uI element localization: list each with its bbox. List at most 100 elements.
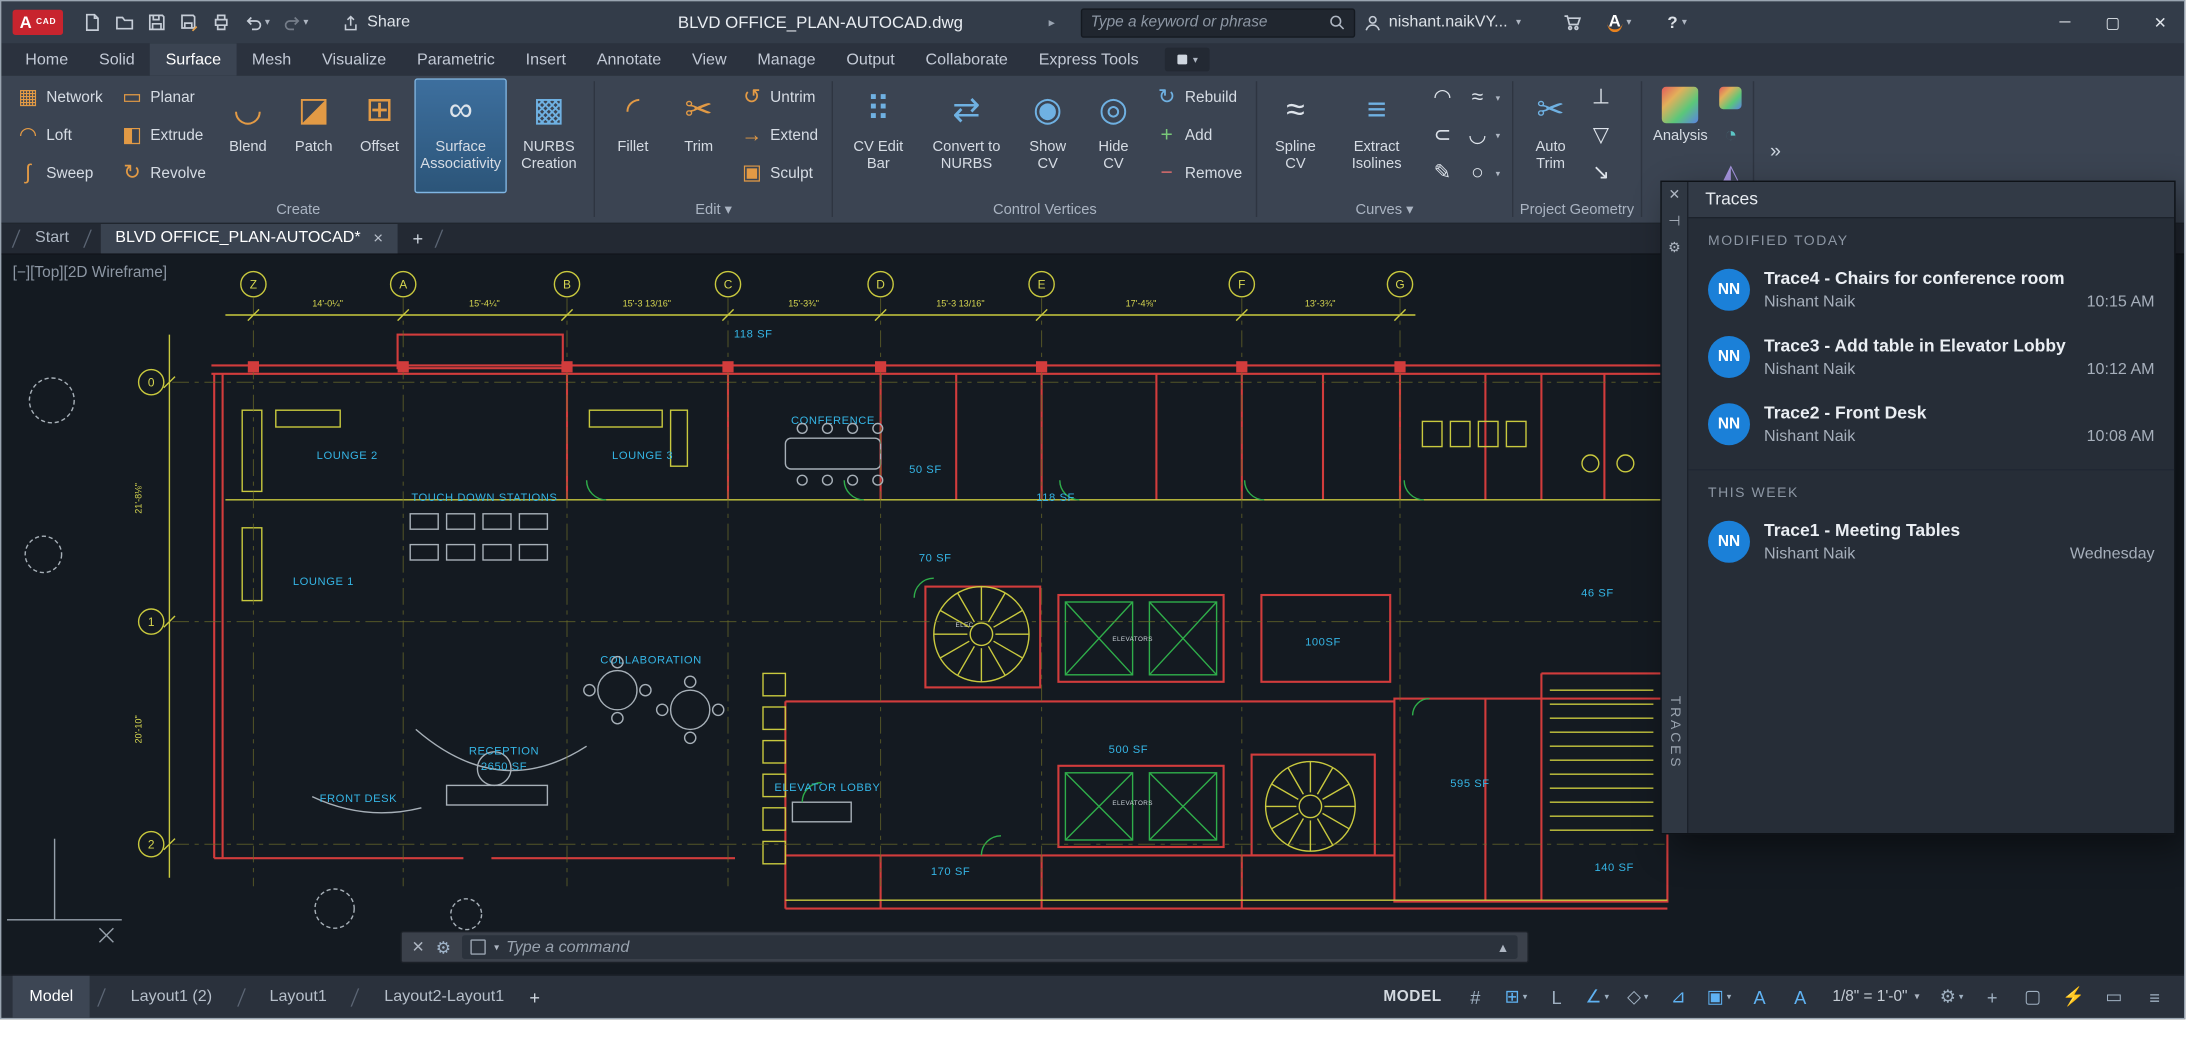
ribbon-tab-manage[interactable]: Manage (742, 43, 831, 75)
ribbon-tab-solid[interactable]: Solid (84, 43, 151, 75)
command-line-bar[interactable]: ✕ ⚙ ▾ Type a command ▲ (400, 931, 1528, 963)
ribbon-tab-express-tools[interactable]: Express Tools (1023, 43, 1154, 75)
viewport-controls[interactable]: [−][Top][2D Wireframe] (13, 265, 167, 282)
maximize-button[interactable]: ▢ (2089, 1, 2137, 43)
annotation-visibility-icon[interactable]: A (1741, 981, 1777, 1012)
patch-button[interactable]: ◪Patch (283, 78, 345, 193)
palette-close-icon[interactable]: ✕ (1669, 189, 1681, 203)
isolate-objects-icon[interactable]: ▢ (2015, 981, 2051, 1012)
undo-dropdown-caret[interactable]: ▾ (265, 17, 270, 28)
panel-title-curves[interactable]: Curves ▾ (1265, 199, 1505, 223)
circle-curve-button[interactable]: ○▾ (1462, 154, 1504, 192)
panel-title-control-vertices[interactable]: Control Vertices (840, 199, 1249, 223)
command-input[interactable]: ▾ Type a command ▲ (462, 935, 1518, 959)
grid-display-icon[interactable]: # (1457, 981, 1493, 1012)
surface-associativity-button[interactable]: ∞Surface Associativity (415, 78, 507, 193)
project-2points-button[interactable]: ↘ (1586, 154, 1617, 192)
panel-title-create[interactable]: Create (10, 199, 587, 223)
recent-commands-icon[interactable] (470, 939, 485, 954)
ribbon-tab-annotate[interactable]: Annotate (581, 43, 676, 75)
ribbon-tab-mesh[interactable]: Mesh (236, 43, 306, 75)
osnap-tracking-icon[interactable]: ⊿ (1660, 981, 1696, 1012)
planar-button[interactable]: ▭Planar (114, 78, 213, 116)
redo-dropdown-caret[interactable]: ▾ (303, 17, 308, 28)
save-button[interactable] (143, 7, 171, 38)
layout-tab-layout1-2[interactable]: Layout1 (2) (114, 976, 229, 1018)
customize-wrench-icon[interactable]: ⚙ (436, 937, 451, 957)
annotation-scale-button[interactable]: 1/8" = 1'-0" ▾ (1823, 988, 1930, 1005)
palette-autohide-icon[interactable]: ⊣ (1668, 216, 1680, 230)
redo-button[interactable]: ▾ (278, 7, 312, 38)
recent-commands-caret[interactable]: ▾ (494, 942, 499, 953)
title-caret-icon[interactable]: ▸ (1049, 15, 1055, 30)
cv-edit-bar-button[interactable]: ⠿CV Edit Bar (840, 78, 916, 193)
customization-menu-icon[interactable]: ≡ (2136, 981, 2172, 1012)
palette-title[interactable]: Traces (1688, 182, 2174, 218)
new-doc-tab-button[interactable]: + (410, 228, 426, 249)
offset-curve-button[interactable]: ⊂ (1427, 116, 1458, 154)
new-file-button[interactable] (79, 7, 107, 38)
ribbon-overflow-icon[interactable]: » (1770, 138, 1781, 160)
undo-button[interactable]: ▾ (240, 7, 274, 38)
trim-button[interactable]: ✂Trim (668, 78, 730, 193)
auto-trim-button[interactable]: ✂Auto Trim (1520, 78, 1582, 193)
plot-button[interactable] (207, 7, 235, 38)
ribbon-tab-visualize[interactable]: Visualize (307, 43, 402, 75)
ribbon-tab-parametric[interactable]: Parametric (402, 43, 511, 75)
blend-button[interactable]: ◡Blend (217, 78, 279, 193)
workspace-settings-icon[interactable]: ⚙▾ (1933, 981, 1969, 1012)
isodraft-icon[interactable]: ◇▾ (1620, 981, 1656, 1012)
project-ucs-button[interactable]: ⊥ (1586, 78, 1617, 116)
polar-tracking-icon[interactable]: ∠▾ (1579, 981, 1615, 1012)
minimize-button[interactable]: ─ (2041, 1, 2089, 43)
add-button[interactable]: +Add (1148, 116, 1249, 154)
spline-freehand-button[interactable]: ≈▾ (1462, 78, 1504, 116)
doc-tab-active[interactable]: BLVD OFFICE_PLAN-AUTOCAD* × (101, 223, 397, 254)
autodesk-dropdown-caret[interactable]: ▾ (1626, 17, 1631, 28)
sweep-button[interactable]: ∫Sweep (10, 154, 110, 192)
autocad-logo[interactable]: A CAD (13, 10, 64, 35)
autodesk-account-button[interactable]: A ▾ (1607, 13, 1631, 33)
ribbon-display-options-button[interactable]: ▾ (1165, 48, 1210, 72)
loft-button[interactable]: ◠Loft (10, 116, 110, 154)
help-button[interactable]: ? ▾ (1667, 13, 1686, 33)
spline-cv-button[interactable]: ≈Spline CV (1265, 78, 1327, 193)
ribbon-tab-view[interactable]: View (677, 43, 742, 75)
rebuild-button[interactable]: ↻Rebuild (1148, 78, 1249, 116)
save-as-button[interactable] (175, 7, 203, 38)
edit-curve-button[interactable]: ✎ (1427, 154, 1458, 192)
offset-button[interactable]: ⊞Offset (349, 78, 411, 193)
ribbon-tab-output[interactable]: Output (831, 43, 910, 75)
network-button[interactable]: ▦Network (10, 78, 110, 116)
layout-tab-layout2-layout1[interactable]: Layout2-Layout1 (367, 976, 521, 1018)
user-dropdown-caret[interactable]: ▾ (1516, 17, 1521, 28)
remove-button[interactable]: −Remove (1148, 154, 1249, 192)
ribbon-tab-collaborate[interactable]: Collaborate (910, 43, 1023, 75)
fillet-button[interactable]: ◜Fillet (602, 78, 664, 193)
ribbon-tab-home[interactable]: Home (10, 43, 84, 75)
doc-tab-start[interactable]: Start (29, 230, 74, 247)
convert-to-nurbs-button[interactable]: ⇄Convert to NURBS (920, 78, 1012, 193)
new-layout-button[interactable]: + (521, 986, 548, 1007)
palette-properties-icon[interactable]: ⚙ (1668, 242, 1681, 256)
object-snap-icon[interactable]: ▣▾ (1701, 981, 1737, 1012)
extend-button[interactable]: →Extend (734, 116, 825, 154)
nurbs-creation-button[interactable]: ▩NURBS Creation (511, 78, 587, 193)
trace-item[interactable]: NNTrace3 - Add table in Elevator LobbyNi… (1688, 323, 2174, 390)
curvature-button[interactable]: ◔ (1715, 116, 1746, 154)
model-space-label[interactable]: MODEL (1383, 988, 1441, 1005)
arc-curve-button[interactable]: ◡▾ (1462, 116, 1504, 154)
ribbon-tab-insert[interactable]: Insert (510, 43, 581, 75)
trace-item[interactable]: NNTrace1 - Meeting TablesNishant NaikWed… (1688, 508, 2174, 575)
annotation-autoscale-icon[interactable]: A (1782, 981, 1818, 1012)
untrim-button[interactable]: ↺Untrim (734, 78, 825, 116)
search-icon[interactable] (1329, 14, 1346, 31)
close-button[interactable]: ✕ (2136, 1, 2184, 43)
show-cv-button[interactable]: ◉Show CV (1017, 78, 1079, 193)
trace-item[interactable]: NNTrace2 - Front DeskNishant Naik10:08 A… (1688, 391, 2174, 458)
share-button[interactable]: Share (342, 13, 410, 31)
panel-title-edit[interactable]: Edit ▾ (602, 199, 825, 223)
app-store-button[interactable] (1562, 13, 1582, 33)
layout-tab-layout1[interactable]: Layout1 (253, 976, 344, 1018)
extract-isolines-button[interactable]: ≡Extract Isolines (1330, 78, 1422, 193)
